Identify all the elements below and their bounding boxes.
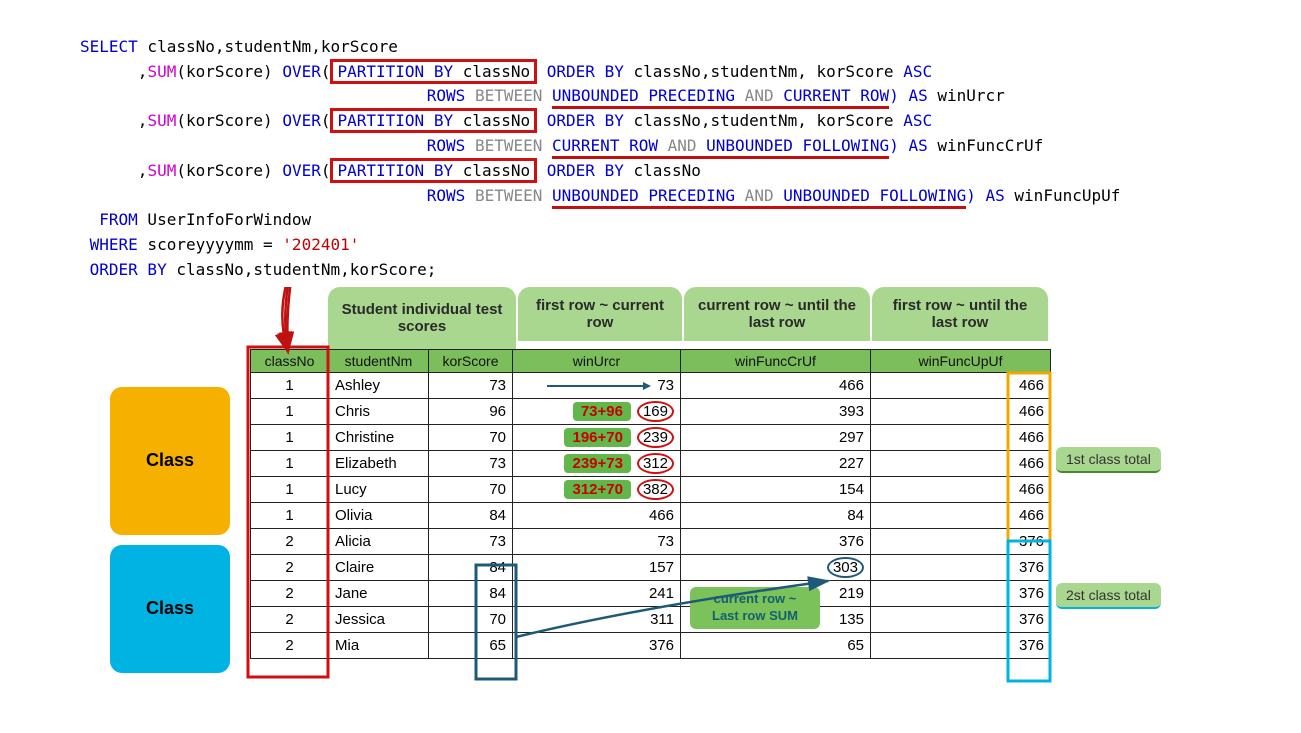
class-badge-1: Class bbox=[110, 387, 230, 535]
table-row: 2 Jane 84 241 219 376 bbox=[251, 580, 1051, 606]
label-1st-total: 1st class total bbox=[1056, 447, 1161, 473]
table-row: 1 Ashley 73 73 466 466 bbox=[251, 372, 1051, 398]
th-winfunccruf: winFuncCrUf bbox=[681, 349, 871, 372]
table-row: 1 Elizabeth 73 239+73312 227 466 bbox=[251, 450, 1051, 476]
table-row: 2 Jessica 70 311 135 376 bbox=[251, 606, 1051, 632]
table-row: 1 Chris 96 73+96169 393 466 bbox=[251, 398, 1051, 424]
th-winurcr: winUrcr bbox=[513, 349, 681, 372]
table-row: 2 Claire 84 157 303 376 bbox=[251, 554, 1051, 580]
th-korscore: korScore bbox=[429, 349, 513, 372]
pill-current-last: current row ~ until the last row bbox=[684, 287, 870, 341]
result-table: classNo studentNm korScore winUrcr winFu… bbox=[250, 349, 1051, 659]
th-classno: classNo bbox=[251, 349, 329, 372]
pill-first-last: first row ~ until the last row bbox=[872, 287, 1048, 341]
th-winfuncupuf: winFuncUpUf bbox=[871, 349, 1051, 372]
table-row: 2 Mia 65 376 65 376 bbox=[251, 632, 1051, 658]
table-row: 1 Christine 70 196+70239 297 466 bbox=[251, 424, 1051, 450]
label-2nd-total: 2st class total bbox=[1056, 583, 1161, 609]
main-diagram: Student individual test scores first row… bbox=[80, 287, 1221, 707]
class-badge-2: Class bbox=[110, 545, 230, 673]
sql-code-block: SELECT classNo,studentNm,korScore ,SUM(k… bbox=[80, 10, 1221, 283]
table-row: 1 Lucy 70 312+70382 154 466 bbox=[251, 476, 1051, 502]
note-current-last-sum: current row ~ Last row SUM bbox=[690, 587, 820, 629]
table-row: 2 Alicia 73 73 376 376 bbox=[251, 528, 1051, 554]
pill-student-scores: Student individual test scores bbox=[328, 287, 516, 349]
arrow-icon bbox=[543, 379, 653, 393]
pill-first-current: first row ~ current row bbox=[518, 287, 682, 341]
th-studentnm: studentNm bbox=[329, 349, 429, 372]
table-row: 1 Olivia 84 466 84 466 bbox=[251, 502, 1051, 528]
